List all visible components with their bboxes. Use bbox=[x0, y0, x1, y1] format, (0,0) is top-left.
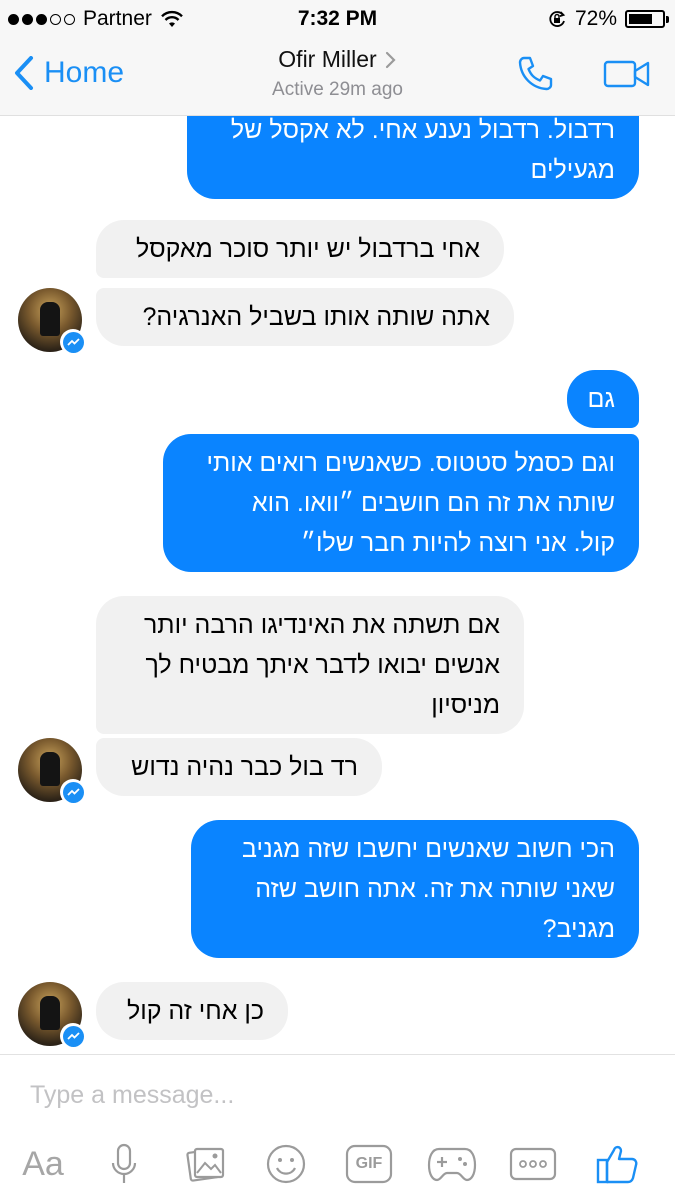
message-line: אתה שותה אותו בשביל האנרגיה? bbox=[142, 303, 490, 331]
message-bubble-outgoing[interactable]: הכי חשוב שאנשים יחשבו שזה מגניב שאני שות… bbox=[191, 820, 639, 958]
message-bubble-incoming[interactable]: רד בול כבר נהיה נדוש bbox=[96, 738, 382, 796]
emoji-button[interactable] bbox=[264, 1141, 308, 1187]
message-line: שותה את זה הם חושבים ״וואו. הוא bbox=[251, 489, 615, 517]
messenger-badge-icon bbox=[60, 1023, 86, 1049]
message-line: קול. אני רוצה להיות חבר שלו״ bbox=[300, 529, 615, 557]
photo-gallery-icon bbox=[186, 1147, 225, 1182]
message-input[interactable] bbox=[30, 1081, 630, 1110]
conversation-header: Home Ofir Miller Active 29m ago bbox=[0, 40, 675, 116]
gif-label: GIF bbox=[355, 1155, 383, 1172]
message-bubble-incoming[interactable]: אתה שותה אותו בשביל האנרגיה? bbox=[96, 288, 514, 346]
message-line: אנשים יבואו לדבר איתך מבטיח לך bbox=[145, 651, 500, 679]
emoji-icon bbox=[266, 1144, 306, 1184]
microphone-button[interactable] bbox=[104, 1141, 144, 1187]
gif-button[interactable]: GIF bbox=[344, 1141, 394, 1187]
message-line: מגעילים bbox=[530, 156, 616, 184]
message-bubble-outgoing[interactable]: גם bbox=[567, 370, 639, 428]
message-bubble-outgoing[interactable]: וגם כסמל סטטוס. כשאנשים רואים אותי שותה … bbox=[163, 434, 639, 572]
message-bubble-incoming[interactable]: כן אחי זה קול bbox=[96, 982, 288, 1040]
message-line: כן אחי זה קול bbox=[126, 997, 264, 1025]
battery-percent: 72% bbox=[574, 7, 617, 30]
chevron-right-icon bbox=[385, 51, 396, 68]
games-button[interactable] bbox=[426, 1141, 478, 1187]
message-line: רדבול. רדבול נענע אחי. לא אקסל של bbox=[230, 116, 615, 144]
like-button[interactable] bbox=[594, 1141, 640, 1187]
microphone-icon bbox=[111, 1143, 137, 1183]
message-line: אם תשתה את האינדיגו הרבה יותר bbox=[143, 611, 500, 639]
message-composer: Aa bbox=[0, 1054, 675, 1200]
text-format-label: Aa bbox=[22, 1144, 64, 1183]
rotation-lock-icon bbox=[549, 11, 566, 27]
thumbs-up-icon bbox=[596, 1145, 638, 1184]
message-bubble-incoming[interactable]: אם תשתה את האינדיגו הרבה יותר אנשים יבוא… bbox=[96, 596, 524, 734]
message-line: הכי חשוב שאנשים יחשבו שזה מגניב bbox=[242, 835, 615, 863]
message-bubble-incoming[interactable]: אחי ברדבול יש יותר סוכר מאקסל bbox=[96, 220, 504, 278]
text-format-button[interactable]: Aa bbox=[16, 1141, 70, 1187]
messenger-badge-icon bbox=[60, 329, 86, 355]
message-bubble-outgoing[interactable]: רדבול. רדבול נענע אחי. לא אקסל של מגעילי… bbox=[187, 116, 639, 199]
message-line: מגניב? bbox=[542, 915, 615, 943]
message-line: שאני שותה את זה. אתה חושב שזה bbox=[255, 875, 615, 903]
game-controller-icon bbox=[427, 1147, 477, 1182]
status-bar: Partner 7:32 PM 72% bbox=[0, 0, 675, 40]
more-icon bbox=[509, 1147, 557, 1181]
message-line: אחי ברדבול יש יותר סוכר מאקסל bbox=[136, 235, 480, 263]
message-line: גם bbox=[587, 385, 615, 413]
photo-gallery-button[interactable] bbox=[184, 1141, 228, 1187]
contact-name: Ofir Miller bbox=[278, 46, 377, 72]
message-line: וגם כסמל סטטוס. כשאנשים רואים אותי bbox=[206, 449, 615, 477]
message-line: רד בול כבר נהיה נדוש bbox=[131, 753, 358, 781]
battery-icon bbox=[625, 10, 669, 28]
phone-call-icon[interactable] bbox=[515, 54, 555, 94]
more-button[interactable] bbox=[508, 1141, 558, 1187]
composer-toolbar: Aa GIF bbox=[0, 1141, 675, 1191]
video-call-icon[interactable] bbox=[603, 58, 651, 90]
messenger-badge-icon bbox=[60, 779, 86, 805]
status-right: 72% bbox=[547, 7, 669, 31]
message-line: מניסיון bbox=[431, 691, 500, 719]
message-list[interactable]: רדבול. רדבול נענע אחי. לא אקסל של מגעילי… bbox=[0, 116, 675, 1054]
